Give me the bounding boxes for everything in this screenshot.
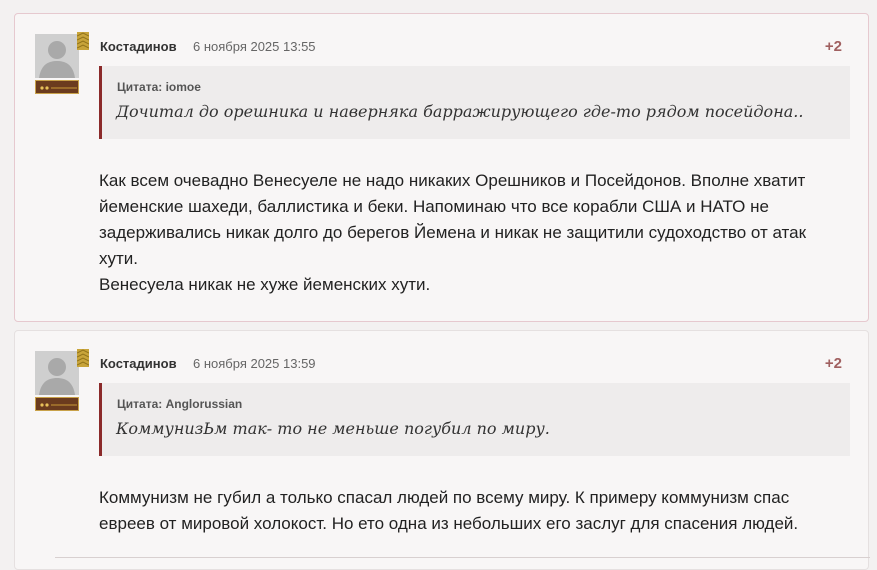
comment-score: +2 [824,38,842,55]
comment-author[interactable]: Костадинов [100,356,177,371]
user-silhouette-icon [35,34,79,78]
rank-badge-icon [35,397,79,411]
rank-chevrons-icon [77,32,89,50]
comment-line: Как всем очевадно Венесуеле не надо ника… [99,171,806,190]
quote-text: Дочитал до орешника и наверняка барражир… [116,102,804,121]
comment-line: задерживались никак долго до берегов Йем… [99,223,807,242]
comment: Костадинов 6 ноября 2025 13:59 +2 Цитата… [14,330,870,570]
quote-text: КоммунизЬм так- то не меньше погубил по … [116,419,550,438]
comment-date: 6 ноября 2025 13:59 [193,356,316,371]
comment-line: евреев от мировой холокост. Но ето одна … [99,514,799,533]
comment-line: Коммунизм не губил а только спасал людей… [99,488,790,507]
avatar[interactable] [35,351,79,395]
avatar[interactable] [35,34,79,78]
comment-score: +2 [824,355,842,372]
quote-author: Цитата: Anglorussian [117,397,243,411]
quote-block: Цитата: iomoe Дочитал до орешника и наве… [99,66,850,139]
comment-line: хути. [99,249,139,268]
comment-line: йеменские шахеди, баллистика и беки. Нап… [99,197,769,216]
comment-author[interactable]: Костадинов [100,39,177,54]
quote-author: Цитата: iomoe [117,80,201,94]
divider [55,557,870,558]
rank-chevrons-icon [77,349,89,367]
quote-block: Цитата: Anglorussian КоммунизЬм так- то … [99,383,850,456]
comment: Костадинов 6 ноября 2025 13:55 +2 Цитата… [14,13,869,322]
comment-body: Коммунизм не губил а только спасал людей… [99,485,859,537]
comment-line: Венесуела никак не хуже йеменских хути. [99,275,431,294]
comment-body: Как всем очевадно Венесуеле не надо ника… [99,168,859,298]
rank-badge-icon [35,80,79,94]
user-silhouette-icon [35,351,79,395]
comment-date: 6 ноября 2025 13:55 [193,39,316,54]
